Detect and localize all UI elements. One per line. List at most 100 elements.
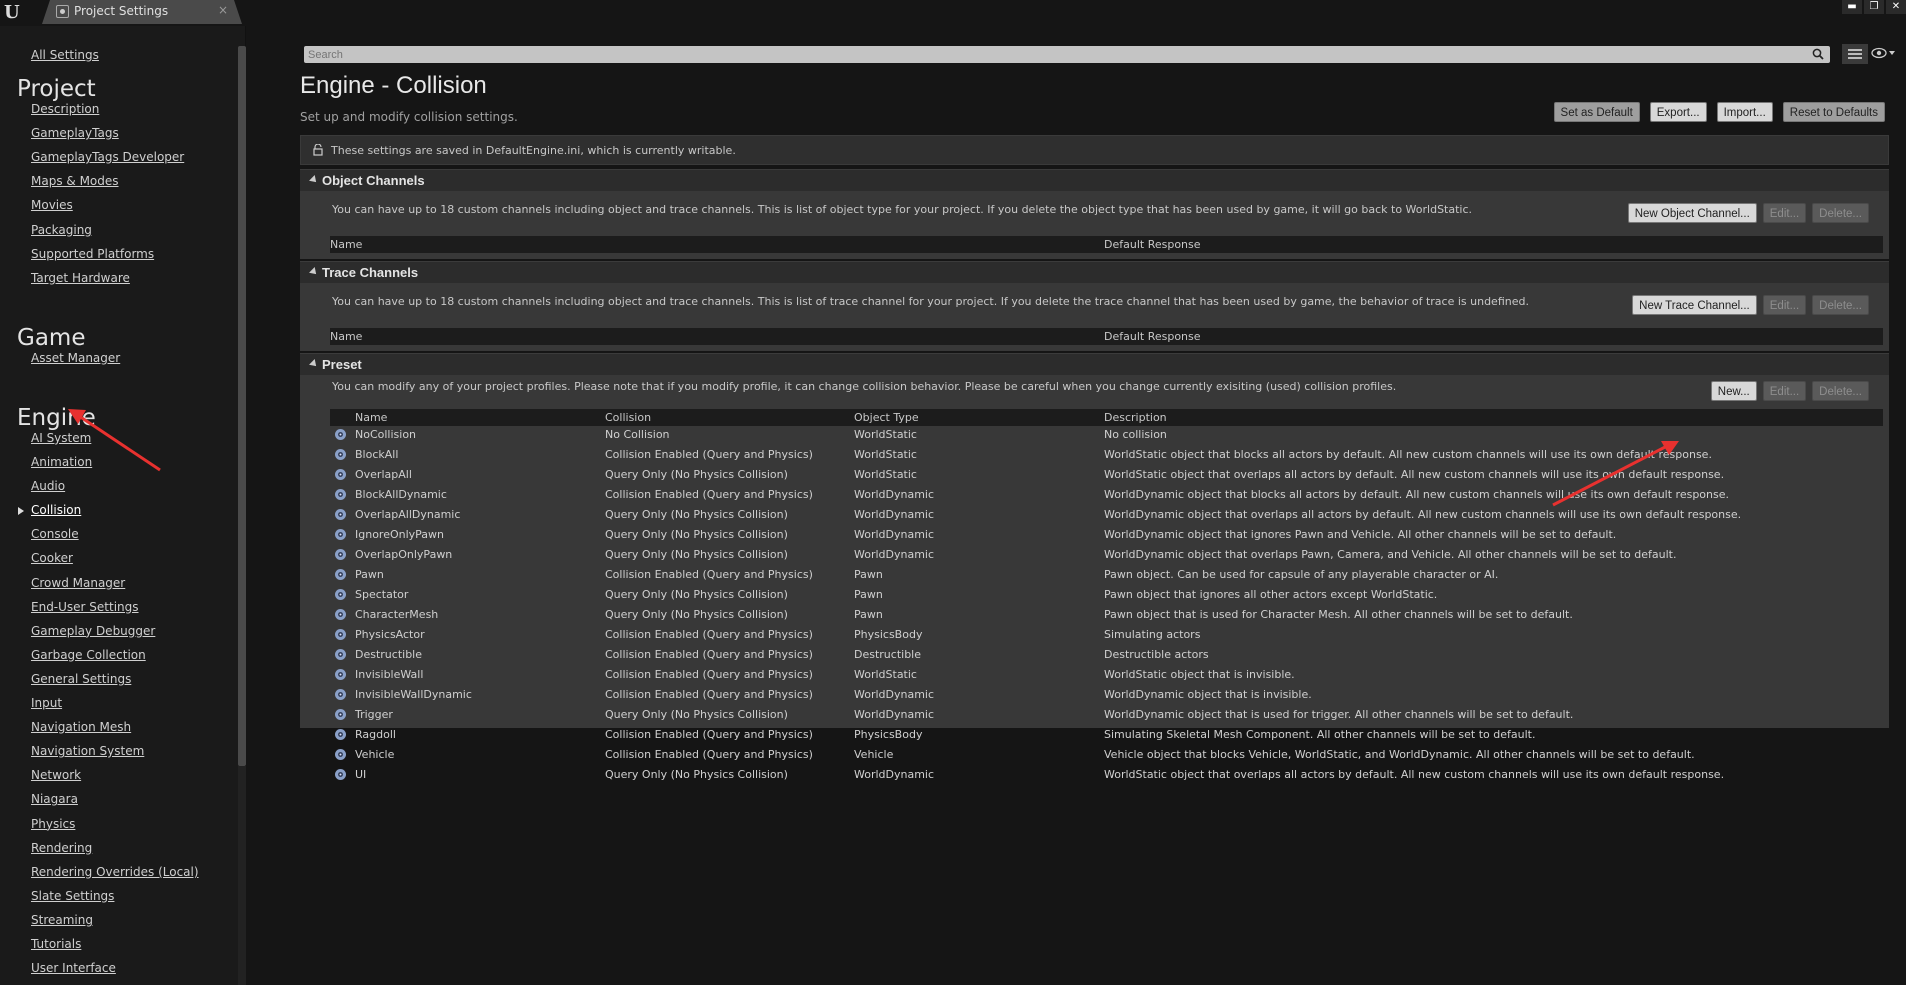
new-trace-channel-button[interactable]: New Trace Channel... (1632, 295, 1757, 315)
cell-collision: Collision Enabled (Query and Physics) (605, 568, 813, 581)
sidebar-item-slate-settings[interactable]: Slate Settings (31, 889, 114, 903)
collapse-arrow-icon (309, 175, 319, 185)
sidebar-item-input[interactable]: Input (31, 696, 62, 710)
column-name: Name (330, 238, 363, 251)
set-as-default-button[interactable]: Set as Default (1553, 102, 1640, 122)
new-object-channel-button[interactable]: New Object Channel... (1627, 203, 1757, 223)
cell-collision: Collision Enabled (Query and Physics) (605, 668, 813, 681)
table-row[interactable]: Destructible Collision Enabled (Query and… (330, 646, 1883, 663)
column-name: Name (330, 330, 363, 343)
table-row[interactable]: Trigger Query Only (No Physics Collision)… (330, 706, 1883, 723)
sidebar-item-cooker[interactable]: Cooker (31, 551, 73, 565)
delete-button[interactable]: Delete... (1812, 203, 1869, 223)
visibility-eye-icon[interactable] (1871, 46, 1897, 62)
sidebar-item-supported-platforms[interactable]: Supported Platforms (31, 247, 154, 261)
cell-description: WorldDynamic object that overlaps Pawn, … (1104, 548, 1677, 561)
sidebar-item-end-user-settings[interactable]: End-User Settings (31, 600, 139, 614)
cell-collision: Query Only (No Physics Collision) (605, 768, 788, 781)
table-row[interactable]: Spectator Query Only (No Physics Collisio… (330, 586, 1883, 603)
sidebar-item-navigation-mesh[interactable]: Navigation Mesh (31, 720, 131, 734)
sidebar-item-niagara[interactable]: Niagara (31, 792, 78, 806)
edit-button[interactable]: Edit... (1762, 381, 1807, 401)
table-row[interactable]: BlockAllDynamic Collision Enabled (Query … (330, 486, 1883, 503)
export-button[interactable]: Export... (1649, 102, 1707, 122)
table-row[interactable]: PhysicsActor Collision Enabled (Query and… (330, 626, 1883, 643)
sidebar-item-user-interface[interactable]: User Interface (31, 961, 116, 975)
preset-header[interactable]: Preset (300, 353, 1889, 375)
sidebar-item-tutorials[interactable]: Tutorials (31, 937, 81, 951)
object-channels-header[interactable]: Object Channels (300, 169, 1889, 191)
settings-sidebar: All Settings Project Description GameplayT… (0, 26, 246, 985)
sidebar-item-console[interactable]: Console (31, 527, 79, 541)
table-row[interactable]: OverlapOnlyPawn Query Only (No Physics Co… (330, 546, 1883, 563)
sidebar-item-navigation-system[interactable]: Navigation System (31, 744, 144, 758)
sidebar-item-description[interactable]: Description (31, 102, 99, 116)
table-row[interactable]: BlockAll Collision Enabled (Query and Phy… (330, 446, 1883, 463)
table-row[interactable]: NoCollision No Collision WorldStatic No col… (330, 426, 1883, 443)
table-row[interactable]: Vehicle Collision Enabled (Query and Phys… (330, 746, 1883, 763)
sidebar-item-rendering-overrides-local-[interactable]: Rendering Overrides (Local) (31, 865, 199, 879)
tab-project-settings[interactable]: Project Settings × (42, 0, 242, 24)
sidebar-item-animation[interactable]: Animation (31, 455, 92, 469)
cell-object-type: WorldStatic (854, 448, 917, 461)
sidebar-item-physics[interactable]: Physics (31, 817, 75, 831)
page-title: Engine - Collision (300, 72, 487, 99)
import-button[interactable]: Import... (1716, 102, 1773, 122)
object-channels-table-header: Name Default Response (330, 236, 1883, 253)
sidebar-item-streaming[interactable]: Streaming (31, 913, 93, 927)
window-controls: ▬ ❐ ✕ (1842, 0, 1906, 14)
search-icon[interactable] (1812, 48, 1824, 60)
view-options-button[interactable] (1842, 44, 1868, 64)
unreal-logo-icon: U (4, 2, 20, 23)
minimize-button[interactable]: ▬ (1842, 0, 1862, 14)
close-window-button[interactable]: ✕ (1886, 0, 1906, 14)
cell-collision: No Collision (605, 428, 670, 441)
table-row[interactable]: CharacterMesh Query Only (No Physics Coll… (330, 606, 1883, 623)
restore-button[interactable]: ❐ (1864, 0, 1884, 14)
sidebar-item-movies[interactable]: Movies (31, 198, 73, 212)
table-row[interactable]: OverlapAll Query Only (No Physics Collisi… (330, 466, 1883, 483)
cell-object-type: Destructible (854, 648, 921, 661)
delete-button[interactable]: Delete... (1812, 295, 1869, 315)
table-row[interactable]: InvisibleWallDynamic Collision Enabled (Q… (330, 686, 1883, 703)
sidebar-item-garbage-collection[interactable]: Garbage Collection (31, 648, 146, 662)
sidebar-item-collision[interactable]: Collision (31, 503, 81, 517)
edit-button[interactable]: Edit... (1762, 203, 1807, 223)
config-notice: These settings are saved in DefaultEngin… (300, 135, 1889, 165)
sidebar-item-packaging[interactable]: Packaging (31, 223, 92, 237)
cell-object-type: PhysicsBody (854, 728, 923, 741)
table-row[interactable]: IgnoreOnlyPawn Query Only (No Physics Col… (330, 526, 1883, 543)
sidebar-item-gameplay-debugger[interactable]: Gameplay Debugger (31, 624, 155, 638)
sidebar-item-all-settings[interactable]: All Settings (31, 48, 99, 62)
tab-close-icon[interactable]: × (218, 3, 228, 17)
sidebar-item-asset-manager[interactable]: Asset Manager (31, 351, 120, 365)
sidebar-item-gameplaytags-developer[interactable]: GameplayTags Developer (31, 150, 184, 164)
cell-description: WorldDynamic object that ignores Pawn an… (1104, 528, 1617, 541)
selected-arrow-icon (18, 507, 24, 516)
table-row[interactable]: Ragdoll Collision Enabled (Query and Phys… (330, 726, 1883, 743)
search-input[interactable] (304, 46, 1830, 63)
table-row[interactable]: Pawn Collision Enabled (Query and Physics… (330, 566, 1883, 583)
sidebar-item-general-settings[interactable]: General Settings (31, 672, 131, 686)
sidebar-item-rendering[interactable]: Rendering (31, 841, 92, 855)
edit-button[interactable]: Edit... (1762, 295, 1807, 315)
sidebar-item-maps-modes[interactable]: Maps & Modes (31, 174, 119, 188)
sidebar-item-crowd-manager[interactable]: Crowd Manager (31, 576, 125, 590)
sidebar-item-ai-system[interactable]: AI System (31, 431, 91, 445)
table-row[interactable]: UI Query Only (No Physics Collision) World… (330, 766, 1883, 783)
cell-collision: Query Only (No Physics Collision) (605, 528, 788, 541)
table-row[interactable]: InvisibleWall Collision Enabled (Query an… (330, 666, 1883, 683)
reset-to-defaults-button[interactable]: Reset to Defaults (1782, 102, 1885, 122)
new-preset-button[interactable]: New... (1710, 381, 1757, 401)
column-object-type: Object Type (854, 411, 919, 424)
sidebar-item-gameplaytags[interactable]: GameplayTags (31, 126, 119, 140)
sidebar-item-network[interactable]: Network (31, 768, 81, 782)
sidebar-item-target-hardware[interactable]: Target Hardware (31, 271, 130, 285)
delete-button[interactable]: Delete... (1812, 381, 1869, 401)
table-row[interactable]: OverlapAllDynamic Query Only (No Physics … (330, 506, 1883, 523)
cell-description: WorldDynamic object that blocks all acto… (1104, 488, 1729, 501)
trace-channels-header[interactable]: Trace Channels (300, 261, 1889, 283)
sidebar-item-audio[interactable]: Audio (31, 479, 65, 493)
cell-description: WorldDynamic object that is used for tri… (1104, 708, 1574, 721)
sidebar-scrollbar[interactable] (238, 46, 246, 766)
